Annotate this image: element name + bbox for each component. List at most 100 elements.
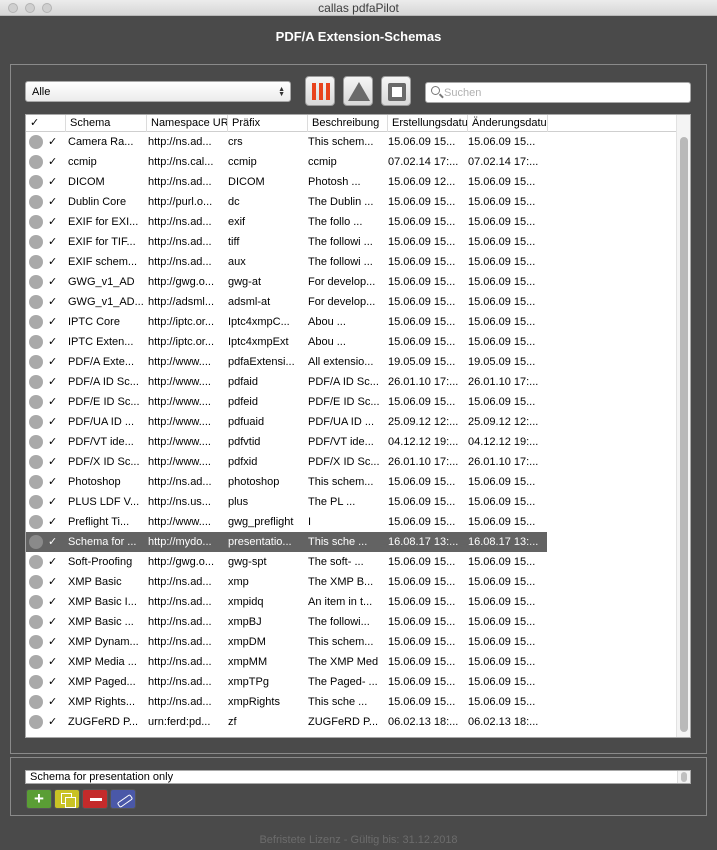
enabled-checkmark-icon[interactable]: ✓ [48, 612, 57, 632]
cell-schema: GWG_v1_AD... [68, 296, 144, 308]
table-row[interactable]: ✓ GWG_v1_AD http://gwg.o... gwg-at For devel… [26, 272, 676, 292]
table-row[interactable]: ✓ IPTC Core http://iptc.or... Iptc4xmpC... A… [26, 312, 676, 332]
description-scrollbar[interactable] [677, 771, 690, 783]
enabled-checkmark-icon[interactable]: ✓ [48, 452, 57, 472]
enabled-checkmark-icon[interactable]: ✓ [48, 532, 57, 552]
add-schema-button[interactable] [26, 789, 52, 809]
cell-created: 07.02.14 17:... [388, 156, 459, 168]
enabled-checkmark-icon[interactable]: ✓ [48, 512, 57, 532]
enabled-checkmark-icon[interactable]: ✓ [48, 312, 57, 332]
enabled-checkmark-icon[interactable]: ✓ [48, 252, 57, 272]
table-scrollbar[interactable] [676, 115, 690, 737]
column-header-created[interactable]: Erstellungsdatu [388, 115, 468, 132]
table-row[interactable]: ✓ XMP Rights... http://ns.ad... xmpRights Th… [26, 692, 676, 712]
cell-created: 26.01.10 17:... [388, 376, 459, 388]
table-row[interactable]: ✓ Camera Ra... http://ns.ad... crs This sche… [26, 132, 676, 152]
table-row[interactable]: ✓ Soft-Proofing http://gwg.o... gwg-spt The … [26, 552, 676, 572]
cell-namespace: http://ns.ad... [148, 576, 212, 588]
enabled-checkmark-icon[interactable]: ✓ [48, 132, 57, 152]
triangle-view-button[interactable] [343, 76, 373, 106]
scrollbar-thumb[interactable] [680, 137, 688, 732]
select-arrows-icon: ▲ ▼ [278, 86, 285, 98]
cell-prefix: pdfuaid [228, 416, 265, 428]
enabled-checkmark-icon[interactable]: ✓ [48, 572, 57, 592]
cell-namespace: http://ns.ad... [148, 176, 212, 188]
cell-namespace: http://ns.ad... [148, 696, 212, 708]
page-title: PDF/A Extension-Schemas [275, 29, 442, 44]
table-row[interactable]: ✓ XMP Dynam... http://ns.ad... xmpDM This sc… [26, 632, 676, 652]
remove-schema-button[interactable] [82, 789, 108, 809]
search-input[interactable] [444, 85, 684, 100]
column-header-namespace[interactable]: Namespace UR [147, 115, 228, 132]
table-row[interactable]: ✓ EXIF for TIF... http://ns.ad... tiff The f… [26, 232, 676, 252]
table-row[interactable]: ✓ Preflight Ti... http://www.... gwg_prefli… [26, 512, 676, 532]
enabled-checkmark-icon[interactable]: ✓ [48, 152, 57, 172]
column-header-prefix[interactable]: Präfix [228, 115, 308, 132]
enabled-checkmark-icon[interactable]: ✓ [48, 292, 57, 312]
cell-schema: XMP Basic I... [68, 596, 137, 608]
table-row[interactable]: ✓ GWG_v1_AD... http://adsml... adsml-at For … [26, 292, 676, 312]
duplicate-schema-button[interactable] [54, 789, 80, 809]
column-header-check[interactable]: ✓ [26, 115, 66, 132]
enabled-checkmark-icon[interactable]: ✓ [48, 592, 57, 612]
column-header-schema[interactable]: Schema [66, 115, 147, 132]
enabled-checkmark-icon[interactable]: ✓ [48, 272, 57, 292]
table-row[interactable]: ✓ DICOM http://ns.ad... DICOM Photosh ... 15.… [26, 172, 676, 192]
cell-schema: DICOM [68, 176, 105, 188]
schema-description-field[interactable]: Schema for presentation only [25, 770, 691, 784]
enabled-checkmark-icon[interactable]: ✓ [48, 172, 57, 192]
columns-view-button[interactable] [305, 76, 335, 106]
table-row[interactable]: ✓ XMP Basic ... http://ns.ad... xmpBJ The fo… [26, 612, 676, 632]
enabled-checkmark-icon[interactable]: ✓ [48, 672, 57, 692]
square-view-button[interactable] [381, 76, 411, 106]
enabled-checkmark-icon[interactable]: ✓ [48, 212, 57, 232]
window-title: callas pdfaPilot [318, 1, 399, 15]
table-row[interactable]: ✓ XMP Paged... http://ns.ad... xmpTPg The Pa… [26, 672, 676, 692]
enabled-checkmark-icon[interactable]: ✓ [48, 332, 57, 352]
table-row[interactable]: ✓ Schema for ... http://mydo... presentatio… [26, 532, 547, 552]
cell-prefix: exif [228, 216, 246, 228]
enabled-checkmark-icon[interactable]: ✓ [48, 712, 57, 732]
cell-created: 15.06.09 15... [388, 236, 456, 248]
table-row[interactable]: ✓ PDF/X ID Sc... http://www.... pdfxid PDF/X… [26, 452, 676, 472]
enabled-checkmark-icon[interactable]: ✓ [48, 392, 57, 412]
table-row[interactable]: ✓ ZUGFeRD P... urn:ferd:pd... zf ZUGFeRD P..… [26, 712, 676, 732]
enabled-checkmark-icon[interactable]: ✓ [48, 552, 57, 572]
status-dot-icon [29, 515, 43, 529]
table-row[interactable]: ✓ PDF/VT ide... http://www.... pdfvtid PDF/V… [26, 432, 676, 452]
enabled-checkmark-icon[interactable]: ✓ [48, 692, 57, 712]
table-row[interactable]: ✓ XMP Basic I... http://ns.ad... xmpidq An i… [26, 592, 676, 612]
table-row[interactable]: ✓ PDF/A ID Sc... http://www.... pdfaid PDF/A… [26, 372, 676, 392]
cell-namespace: http://ns.ad... [148, 636, 212, 648]
enabled-checkmark-icon[interactable]: ✓ [48, 652, 57, 672]
enabled-checkmark-icon[interactable]: ✓ [48, 232, 57, 252]
cell-namespace: http://ns.ad... [148, 596, 212, 608]
table-row[interactable]: ✓ Dublin Core http://purl.o... dc The Dublin… [26, 192, 676, 212]
column-header-modified[interactable]: Änderungsdatu [468, 115, 548, 132]
column-header-description[interactable]: Beschreibung [308, 115, 388, 132]
filter-select[interactable]: Alle ▲ ▼ [25, 81, 291, 102]
table-row[interactable]: ✓ ccmip http://ns.cal... ccmip ccmip 07.02.14… [26, 152, 676, 172]
table-row[interactable]: ✓ EXIF for EXI... http://ns.ad... exif The f… [26, 212, 676, 232]
cell-namespace: http://www.... [148, 516, 211, 528]
enabled-checkmark-icon[interactable]: ✓ [48, 472, 57, 492]
enabled-checkmark-icon[interactable]: ✓ [48, 492, 57, 512]
table-row[interactable]: ✓ IPTC Exten... http://iptc.or... Iptc4xmpE… [26, 332, 676, 352]
table-row[interactable]: ✓ EXIF schem... http://ns.ad... aux The foll… [26, 252, 676, 272]
table-row[interactable]: ✓ PDF/E ID Sc... http://www.... pdfeid PDF/E… [26, 392, 676, 412]
enabled-checkmark-icon[interactable]: ✓ [48, 632, 57, 652]
table-row[interactable]: ✓ PLUS LDF V... http://ns.us... plus The PL … [26, 492, 676, 512]
cell-description: PDF/UA ID ... [308, 416, 375, 428]
status-dot-icon [29, 255, 43, 269]
table-row[interactable]: ✓ Photoshop http://ns.ad... photoshop This s… [26, 472, 676, 492]
table-row[interactable]: ✓ XMP Media ... http://ns.ad... xmpMM The XM… [26, 652, 676, 672]
enabled-checkmark-icon[interactable]: ✓ [48, 432, 57, 452]
edit-schema-button[interactable] [110, 789, 136, 809]
enabled-checkmark-icon[interactable]: ✓ [48, 352, 57, 372]
enabled-checkmark-icon[interactable]: ✓ [48, 372, 57, 392]
table-row[interactable]: ✓ XMP Basic http://ns.ad... xmp The XMP B...… [26, 572, 676, 592]
table-row[interactable]: ✓ PDF/A Exte... http://www.... pdfaExtensi.… [26, 352, 676, 372]
table-row[interactable]: ✓ PDF/UA ID ... http://www.... pdfuaid PDF/U… [26, 412, 676, 432]
enabled-checkmark-icon[interactable]: ✓ [48, 192, 57, 212]
enabled-checkmark-icon[interactable]: ✓ [48, 412, 57, 432]
